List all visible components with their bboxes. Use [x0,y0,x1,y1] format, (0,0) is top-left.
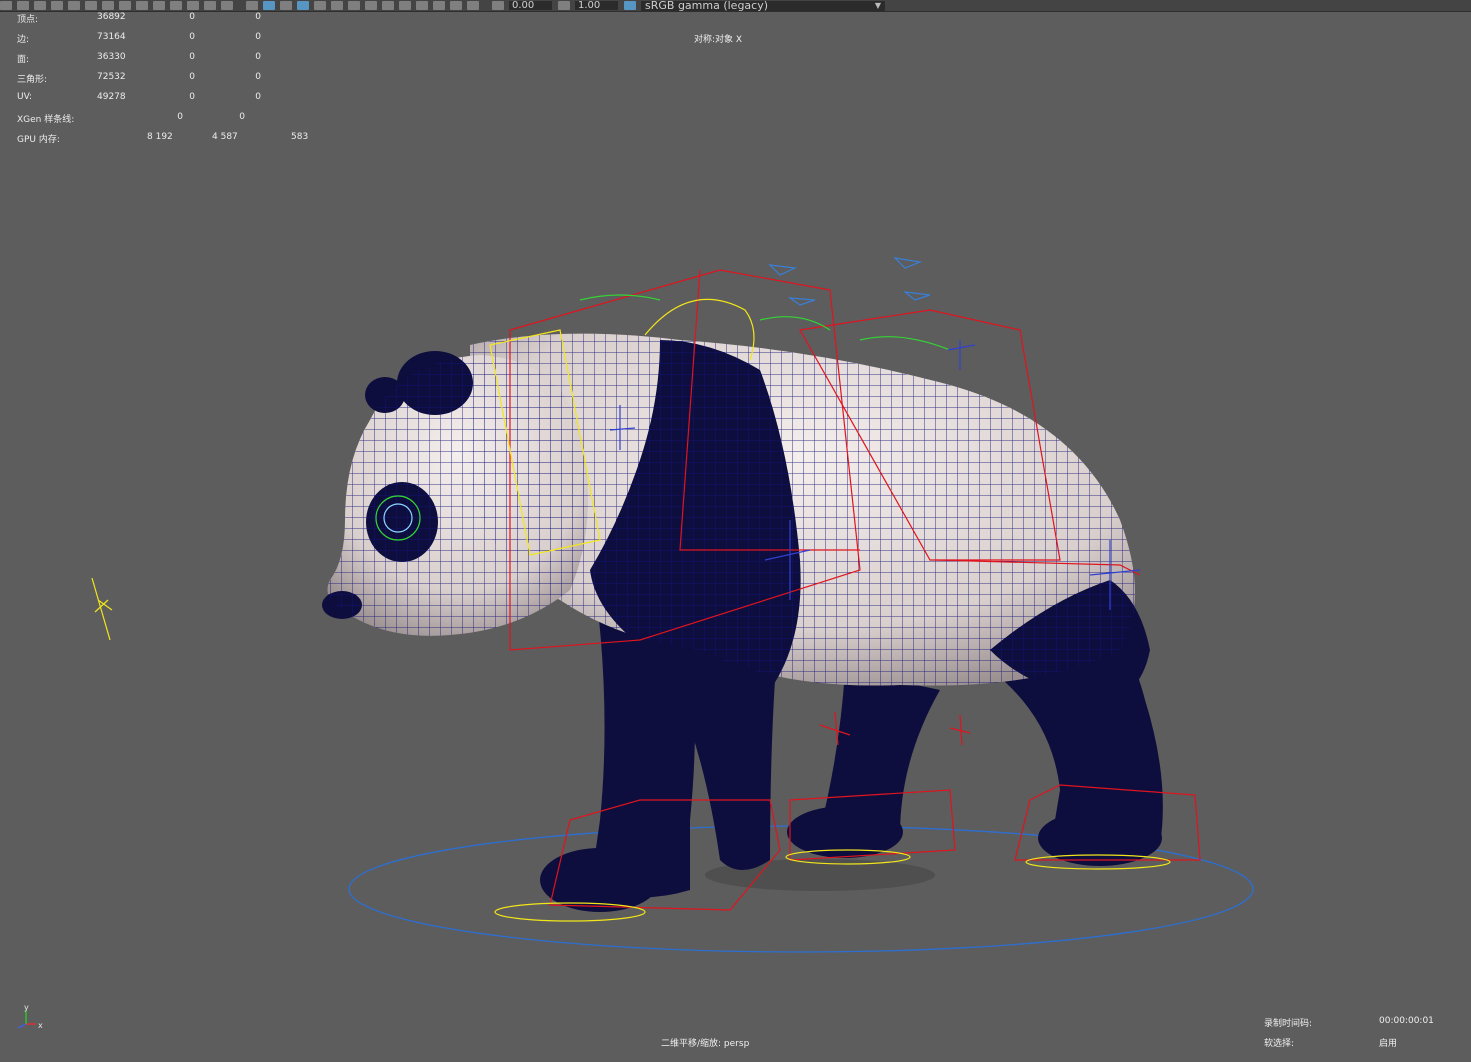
camera-name: 二维平移/缩放: persp [661,1039,750,1049]
axis-x-label: x [38,1021,43,1030]
viewport-3d[interactable] [0,0,1471,1062]
symmetry-indicator: 对称:对象 X [694,35,743,45]
soft-select-value: 启用 [1379,1039,1398,1049]
hud-value: 0 [255,92,261,102]
timecode-label: 录制时间码: [1264,1019,1313,1029]
soft-select-row: 软选择: 启用 [1264,1036,1397,1049]
hud-value: 0 [255,52,261,62]
panda-mesh[interactable] [322,333,1163,912]
hud-value: 0 [177,112,183,122]
hud-label: GPU 内存: [17,135,60,145]
hud-value: 0 [255,72,261,82]
hud-label: 三角形: [17,75,48,85]
hud-value: 0 [255,12,261,22]
timecode-row: 录制时间码: 00:00:00:01 [1264,1016,1434,1029]
timecode-value: 00:00:00:01 [1379,1016,1434,1026]
hud-value: 72532 [97,72,126,82]
hud-label: UV: [17,92,33,102]
hud-value: 36892 [97,12,126,22]
hud-value: 0 [239,112,245,122]
hud-value: 8 192 [147,132,173,142]
hud-value: 73164 [97,32,126,42]
hud-label: XGen 样条线: [17,115,75,125]
hud-value: 4 587 [212,132,238,142]
axis-y-label: y [24,1003,29,1012]
axis-gizmo: x y [17,1003,43,1030]
hud-label: 顶点: [17,15,39,25]
hud-value: 0 [189,72,195,82]
hud-label: 边: [17,35,30,45]
hud-label: 面: [17,55,30,65]
hud-value: 36330 [97,52,126,62]
hud-value: 0 [189,92,195,102]
soft-select-label: 软选择: [1264,1039,1295,1049]
hud-value: 0 [189,52,195,62]
hud-value: 0 [255,32,261,42]
hud-value: 49278 [97,92,126,102]
hud-value: 0 [189,12,195,22]
hud-value: 0 [189,32,195,42]
hud-value: 583 [291,132,309,142]
